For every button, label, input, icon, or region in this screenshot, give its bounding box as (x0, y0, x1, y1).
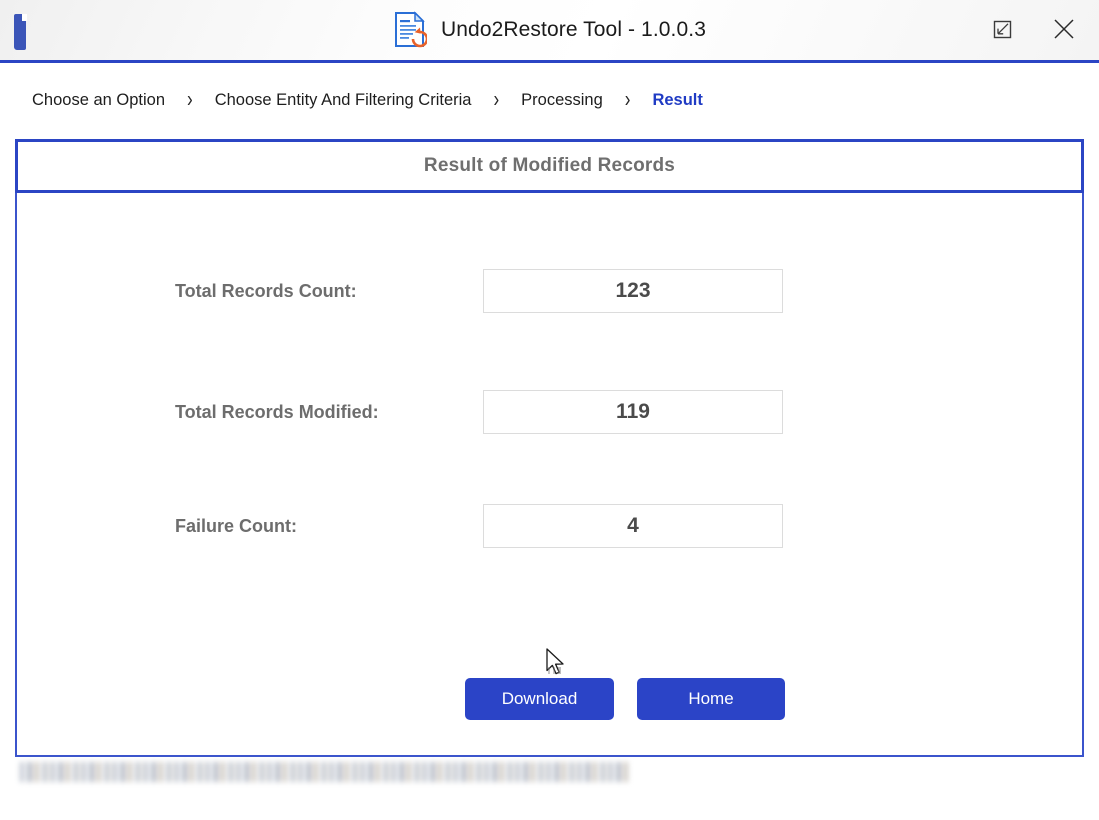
panel-header: Result of Modified Records (15, 139, 1084, 193)
total-records-modified-value-box: 119 (483, 390, 783, 434)
field-row-total-records-count: Total Records Count: 123 (17, 267, 1082, 315)
total-records-modified-value: 119 (616, 400, 650, 423)
window-controls (985, 12, 1081, 46)
total-records-count-value-box: 123 (483, 269, 783, 313)
failure-count-value: 4 (627, 514, 639, 537)
total-records-modified-label: Total Records Modified: (175, 401, 379, 422)
document-undo-icon (393, 11, 429, 49)
breadcrumb-separator-icon: › (624, 85, 631, 112)
panel-body: Total Records Count: 123 Total Records M… (15, 193, 1084, 757)
breadcrumb: Choose an Option › Choose Entity And Fil… (0, 63, 1099, 138)
field-row-total-records-modified: Total Records Modified: 119 (17, 388, 1082, 436)
result-panel: Result of Modified Records Total Records… (15, 139, 1084, 757)
breadcrumb-separator-icon: › (493, 85, 500, 112)
action-button-row: Download Home (17, 678, 1082, 722)
home-button[interactable]: Home (637, 678, 785, 720)
field-row-failure-count: Failure Count: 4 (17, 502, 1082, 550)
total-records-count-value: 123 (615, 279, 651, 302)
window-title-bar: Undo2Restore Tool - 1.0.0.3 (0, 0, 1099, 63)
restore-down-icon[interactable] (985, 12, 1019, 46)
failure-count-value-box: 4 (483, 504, 783, 548)
page-title: Result of Modified Records (423, 155, 676, 176)
total-records-count-label: Total Records Count: (175, 280, 357, 301)
window-title-group: Undo2Restore Tool - 1.0.0.3 (0, 0, 1099, 60)
breadcrumb-step-processing[interactable]: Processing (521, 91, 603, 110)
breadcrumb-step-choose-entity-and-filtering-criteria[interactable]: Choose Entity And Filtering Criteria (215, 91, 472, 110)
window-title: Undo2Restore Tool - 1.0.0.3 (441, 18, 706, 41)
failure-count-label: Failure Count: (175, 515, 297, 536)
breadcrumb-separator-icon: › (187, 85, 193, 112)
close-icon[interactable] (1047, 12, 1081, 46)
status-bar-redacted-text (20, 762, 632, 782)
breadcrumb-step-choose-an-option[interactable]: Choose an Option (32, 91, 165, 110)
download-button[interactable]: Download (465, 678, 614, 720)
breadcrumb-step-result[interactable]: Result (652, 91, 702, 110)
brand-logo-mark (14, 14, 27, 50)
